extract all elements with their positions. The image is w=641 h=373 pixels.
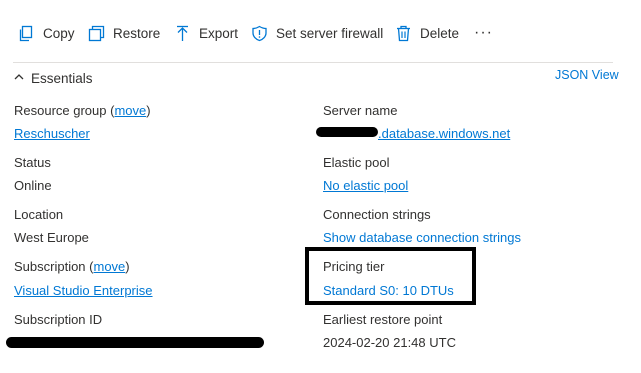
export-button[interactable]: Export xyxy=(174,22,238,44)
restore-icon xyxy=(88,25,105,42)
export-icon xyxy=(174,25,191,42)
copy-button[interactable]: Copy xyxy=(18,22,75,44)
set-server-firewall-label: Set server firewall xyxy=(276,25,384,41)
shield-icon xyxy=(251,25,268,42)
export-label: Export xyxy=(199,25,239,41)
show-connection-strings-link[interactable]: Show database connection strings xyxy=(323,230,521,245)
subscription-move-link[interactable]: move xyxy=(94,259,126,274)
set-server-firewall-button[interactable]: Set server firewall xyxy=(251,22,383,44)
trash-icon xyxy=(395,25,412,42)
delete-label: Delete xyxy=(420,25,460,41)
restore-label: Restore xyxy=(113,25,161,41)
pricing-tier-highlight-box xyxy=(305,247,476,305)
subscription-id-redaction xyxy=(6,337,264,348)
subscription-label: Subscription (move) xyxy=(14,259,130,274)
earliest-restore-point-label: Earliest restore point xyxy=(323,312,443,327)
subscription-value[interactable]: Visual Studio Enterprise xyxy=(14,283,153,298)
location-label: Location xyxy=(14,207,64,222)
essentials-toggle[interactable]: Essentials xyxy=(13,68,93,88)
essentials-title: Essentials xyxy=(31,70,93,86)
chevron-up-icon xyxy=(13,71,31,86)
connection-strings-label: Connection strings xyxy=(323,207,431,222)
more-actions-button[interactable]: ··· xyxy=(474,22,493,44)
more-icon: ··· xyxy=(474,24,493,41)
location-value: West Europe xyxy=(14,230,89,245)
subscription-id-label: Subscription ID xyxy=(14,312,103,327)
server-name-redaction xyxy=(316,127,378,137)
delete-button[interactable]: Delete xyxy=(395,22,459,44)
elastic-pool-label: Elastic pool xyxy=(323,155,390,170)
copy-icon xyxy=(18,25,35,42)
json-view-link[interactable]: JSON View xyxy=(555,68,619,82)
restore-button[interactable]: Restore xyxy=(88,22,160,44)
elastic-pool-value[interactable]: No elastic pool xyxy=(323,178,408,193)
earliest-restore-point-value: 2024-02-20 21:48 UTC xyxy=(323,335,456,350)
command-bar: Copy Restore Export Set server firewall … xyxy=(0,0,641,64)
toolbar-divider xyxy=(13,62,613,63)
resource-group-move-link[interactable]: move xyxy=(114,103,146,118)
resource-group-label: Resource group (move) xyxy=(14,103,151,118)
copy-label: Copy xyxy=(43,25,75,41)
server-name-label: Server name xyxy=(323,103,398,118)
resource-group-value[interactable]: Reschuscher xyxy=(14,126,90,141)
status-label: Status xyxy=(14,155,51,170)
server-name-value[interactable]: .database.windows.net xyxy=(378,126,510,141)
status-value: Online xyxy=(14,178,52,193)
